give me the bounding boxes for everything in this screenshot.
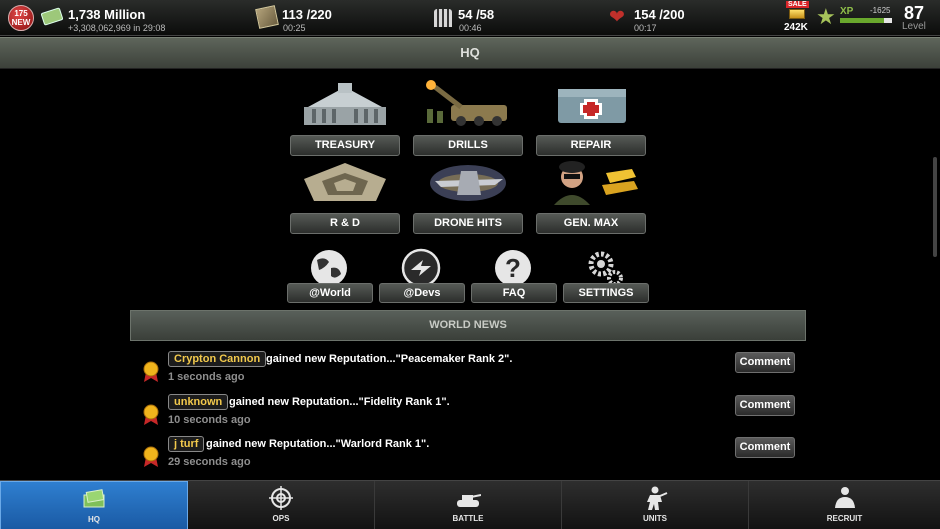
notification-count: 175 (14, 9, 28, 18)
settings-button[interactable]: SETTINGS (563, 283, 649, 303)
news-time: 10 seconds ago (168, 414, 251, 426)
ammo-timer: 00:46 (459, 23, 482, 33)
hq-money-icon (83, 489, 105, 508)
nav-label-ops: OPS (272, 514, 290, 523)
nav-tab-battle[interactable]: BATTLE (375, 481, 562, 529)
medal-icon (143, 404, 159, 425)
globe-icon (311, 250, 347, 286)
level-label: Level (902, 21, 926, 32)
nav-label-recruit: RECRUIT (826, 514, 863, 523)
xp-progress-bar (840, 18, 892, 23)
pentagon-building-icon (304, 163, 386, 201)
health-timer: 00:17 (634, 23, 657, 33)
medal-icon (143, 361, 159, 382)
drone-icon (430, 165, 506, 201)
page-title: HQ (460, 45, 480, 60)
supply-value: 113 /220 (282, 7, 332, 22)
xp-progress-fill (840, 18, 885, 23)
gears-icon (588, 251, 623, 286)
gen-max-button[interactable]: GEN. MAX (536, 213, 646, 234)
sale-label: SALE (786, 1, 809, 8)
world-news-title: WORLD NEWS (429, 319, 507, 331)
comment-button[interactable]: Comment (735, 437, 795, 458)
treasury-button[interactable]: TREASURY (290, 135, 400, 156)
world-button[interactable]: @World (287, 283, 373, 303)
xp-to-next: -1625 (870, 6, 891, 15)
player-name-link[interactable]: unknown (168, 394, 229, 410)
tank-icon (457, 494, 481, 507)
news-time: 29 seconds ago (168, 456, 251, 468)
news-time: 1 seconds ago (168, 371, 245, 383)
money-income: +3,308,062,969 in 29:08 (68, 23, 166, 33)
health-value: 154 /200 (634, 7, 685, 22)
player-name-link[interactable]: j turf (168, 436, 205, 452)
news-message: gained new Reputation..."Peacemaker Rank… (266, 353, 513, 365)
nav-label-hq: HQ (88, 515, 100, 524)
soldier-icon (647, 486, 668, 510)
devs-logo-icon (401, 248, 441, 288)
nav-tab-hq[interactable]: HQ (0, 481, 188, 529)
news-item: Crypton Cannon gained new Reputation..."… (140, 351, 800, 391)
player-name-link[interactable]: Crypton Cannon (168, 351, 267, 367)
world-news-header: WORLD NEWS (130, 310, 806, 341)
drills-button[interactable]: DRILLS (413, 135, 523, 156)
medal-icon (143, 446, 159, 467)
general-with-gold-icon (554, 161, 638, 205)
money-icon (40, 7, 64, 26)
rank-star-icon: ★ (816, 4, 836, 29)
medical-crate-icon (558, 89, 626, 123)
ammo-value: 54 /58 (458, 7, 495, 22)
page-title-bar: HQ (0, 37, 940, 69)
status-bar: 175 NEW 1,738 Million +3,308,062,969 in … (0, 0, 940, 36)
nav-label-units: UNITS (643, 514, 667, 523)
health-heart-icon: ❤ (609, 7, 625, 28)
treasury-building-icon (304, 83, 386, 125)
nav-label-battle: BATTLE (452, 514, 484, 523)
supply-timer: 00:25 (283, 23, 306, 33)
sale-gold-button[interactable]: SALE (786, 1, 809, 21)
gold-bar-icon (789, 9, 805, 19)
scrollbar[interactable] (933, 157, 937, 257)
svg-text:?: ? (505, 253, 521, 283)
question-icon: ? (495, 250, 531, 286)
xp-label: XP (840, 6, 854, 17)
repair-button[interactable]: REPAIR (536, 135, 646, 156)
faq-button[interactable]: FAQ (471, 283, 557, 303)
comment-button[interactable]: Comment (735, 352, 795, 373)
artillery-drill-icon (426, 80, 507, 126)
new-label: NEW (11, 18, 31, 27)
comment-button[interactable]: Comment (735, 395, 795, 416)
supply-crate-icon (255, 5, 279, 29)
drone-hits-button[interactable]: DRONE HITS (413, 213, 523, 234)
notifications-badge[interactable]: 175 NEW (8, 5, 34, 31)
devs-button[interactable]: @Devs (379, 283, 465, 303)
recruit-icon (834, 487, 855, 508)
nav-tab-recruit[interactable]: RECRUIT (749, 481, 940, 529)
bottom-navigation: HQ OPS BATTLE UNITS RECRUIT (0, 480, 940, 529)
nav-tab-units[interactable]: UNITS (562, 481, 749, 529)
news-message: gained new Reputation..."Warlord Rank 1"… (206, 438, 430, 450)
money-value: 1,738 Million (68, 7, 146, 22)
gold-value: 242K (784, 22, 808, 33)
nav-tab-ops[interactable]: OPS (188, 481, 375, 529)
news-message: gained new Reputation..."Fidelity Rank 1… (229, 396, 450, 408)
news-item: j turf gained new Reputation..."Warlord … (140, 436, 800, 476)
news-item: unknown gained new Reputation..."Fidelit… (140, 394, 800, 434)
rnd-button[interactable]: R & D (290, 213, 400, 234)
ammo-icon (434, 9, 452, 27)
crosshair-icon (269, 486, 293, 510)
